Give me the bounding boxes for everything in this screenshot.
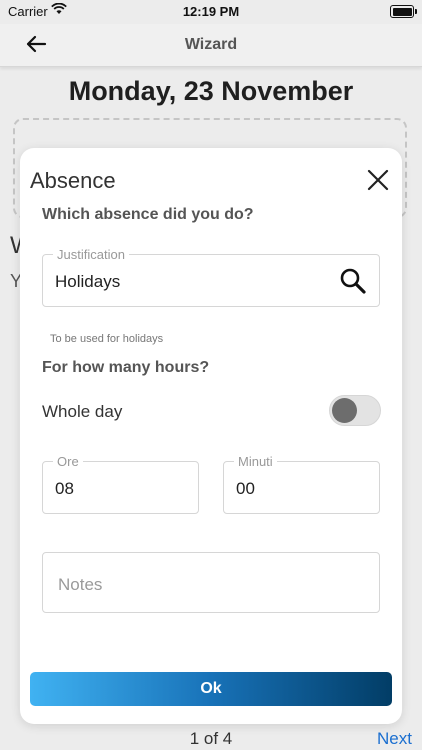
justification-label: Justification [53, 247, 129, 262]
justification-hint: To be used for holidays [50, 333, 164, 345]
ok-button[interactable]: Ok [30, 672, 392, 706]
next-button[interactable]: Next [377, 729, 412, 749]
status-bar: Carrier 12:19 PM [0, 0, 422, 24]
nav-title: Wizard [184, 36, 238, 53]
minutes-value: 00 [236, 479, 255, 498]
battery-icon [390, 5, 417, 18]
hours-value: 08 [55, 479, 74, 498]
hours-label: Ore [53, 454, 83, 469]
notes-field[interactable]: Notes [42, 552, 380, 613]
minutes-label: Minuti [234, 454, 277, 469]
page-title: Monday, 23 November [68, 76, 354, 106]
justification-value: Holidays [55, 272, 121, 291]
whole-day-label: Whole day [42, 402, 123, 421]
justification-field[interactable]: Justification Holidays [42, 247, 380, 307]
notes-placeholder: Notes [58, 575, 103, 594]
nav-bar: Wizard [0, 24, 422, 67]
close-icon[interactable] [366, 168, 390, 192]
ok-button-label: Ok [200, 680, 222, 697]
hours-field[interactable]: Ore 08 [42, 454, 199, 514]
minutes-field[interactable]: Minuti 00 [223, 454, 380, 514]
dialog-title: Absence [30, 168, 116, 193]
toggle-knob [332, 398, 357, 423]
search-icon[interactable] [339, 267, 367, 295]
hours-question: For how many hours? [42, 359, 210, 376]
status-time: 12:19 PM [182, 4, 240, 19]
whole-day-toggle[interactable] [329, 395, 381, 426]
page-indicator: 1 of 4 [189, 729, 233, 748]
absence-question: Which absence did you do? [42, 206, 254, 223]
absence-dialog: Absence Which absence did you do? Justif… [20, 148, 402, 724]
